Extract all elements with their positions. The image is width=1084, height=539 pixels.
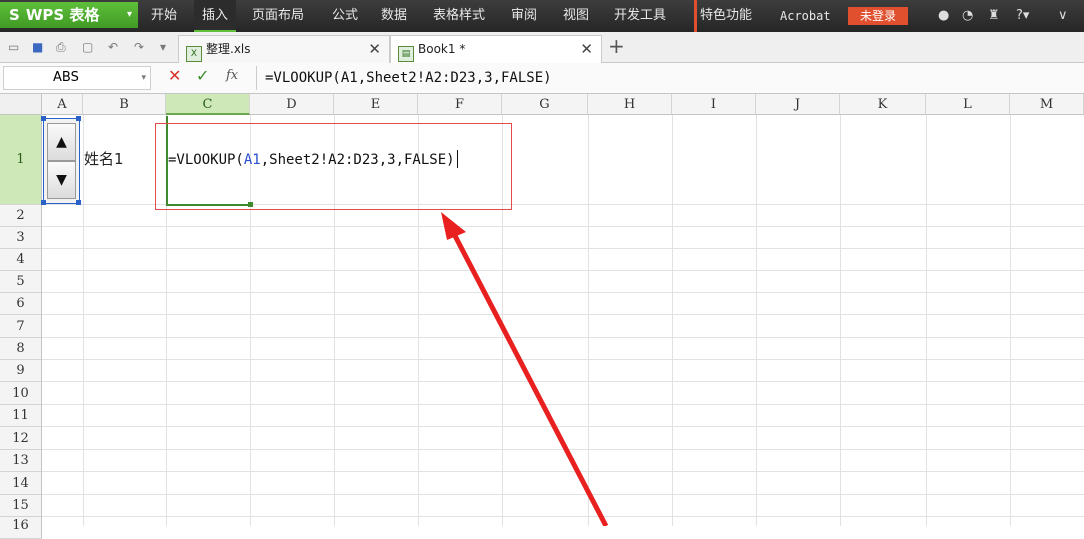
arrow-shaft [449, 228, 609, 526]
annotation-arrow [441, 212, 609, 526]
arrow-head [441, 212, 466, 240]
